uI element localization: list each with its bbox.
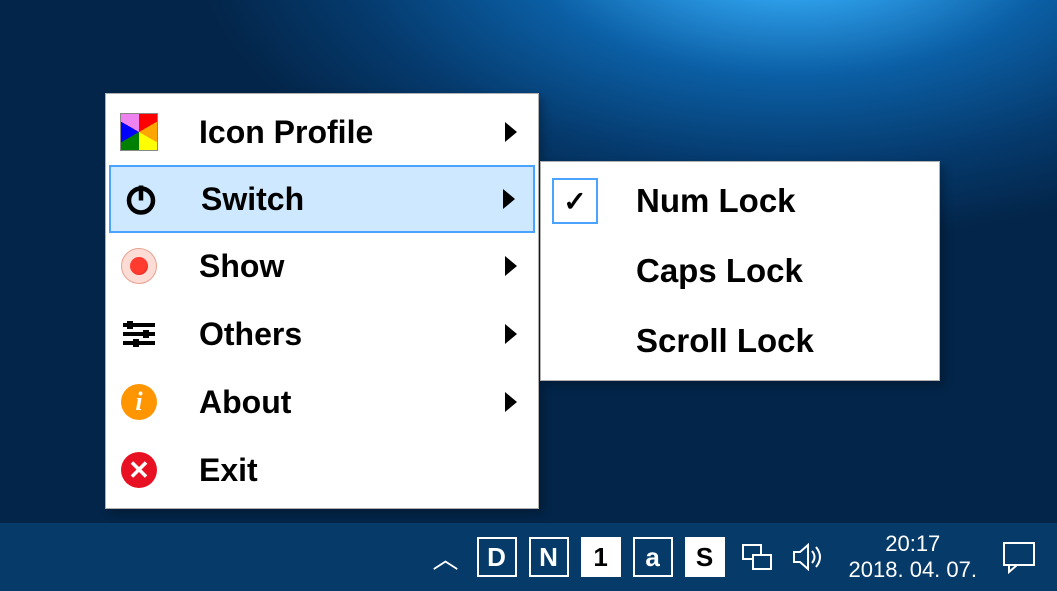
clock-time: 20:17 bbox=[849, 531, 977, 557]
tray-icon-1[interactable]: 1 bbox=[581, 537, 621, 577]
menu-label: Exit bbox=[199, 452, 527, 489]
tray-icon-d[interactable]: D bbox=[477, 537, 517, 577]
rainbow-icon bbox=[119, 112, 159, 152]
close-icon: ✕ bbox=[119, 450, 159, 490]
menu-label: Show bbox=[199, 248, 505, 285]
taskbar: ︿ D N 1 a S 20:17 2018. 04. 07. bbox=[0, 523, 1057, 591]
chevron-right-icon bbox=[503, 189, 515, 209]
submenu-item-numlock[interactable]: ✓ Num Lock bbox=[544, 166, 936, 236]
clock-date: 2018. 04. 07. bbox=[849, 557, 977, 583]
tray-icon-a[interactable]: a bbox=[633, 537, 673, 577]
menu-label: About bbox=[199, 384, 505, 421]
menu-item-others[interactable]: Others bbox=[109, 300, 535, 368]
power-icon bbox=[121, 179, 161, 219]
tray-overflow-button[interactable]: ︿ bbox=[433, 539, 459, 576]
menu-item-about[interactable]: i About bbox=[109, 368, 535, 436]
menu-item-exit[interactable]: ✕ Exit bbox=[109, 436, 535, 504]
submenu-item-capslock[interactable]: Caps Lock bbox=[544, 236, 936, 306]
menu-item-icon-profile[interactable]: Icon Profile bbox=[109, 98, 535, 166]
sliders-icon bbox=[119, 314, 159, 354]
tray-icon-s[interactable]: S bbox=[685, 537, 725, 577]
chevron-right-icon bbox=[505, 256, 517, 276]
menu-label: Switch bbox=[201, 181, 503, 218]
chevron-right-icon bbox=[505, 324, 517, 344]
checkbox-checked-icon: ✓ bbox=[552, 178, 598, 224]
submenu-label: Num Lock bbox=[636, 182, 796, 220]
menu-label: Others bbox=[199, 316, 505, 353]
tray-icon-n[interactable]: N bbox=[529, 537, 569, 577]
chevron-right-icon bbox=[505, 122, 517, 142]
menu-label: Icon Profile bbox=[199, 114, 505, 151]
eye-icon bbox=[119, 246, 159, 286]
info-icon: i bbox=[119, 382, 159, 422]
network-icon[interactable] bbox=[739, 539, 775, 575]
context-menu: Icon Profile Switch Show Others i A bbox=[105, 93, 539, 509]
menu-item-switch[interactable]: Switch bbox=[109, 165, 535, 233]
submenu-item-scrolllock[interactable]: Scroll Lock bbox=[544, 306, 936, 376]
volume-icon[interactable] bbox=[791, 539, 827, 575]
taskbar-clock[interactable]: 20:17 2018. 04. 07. bbox=[849, 531, 977, 584]
chevron-right-icon bbox=[505, 392, 517, 412]
action-center-icon[interactable] bbox=[999, 537, 1039, 577]
submenu-label: Caps Lock bbox=[636, 252, 803, 290]
submenu-label: Scroll Lock bbox=[636, 322, 814, 360]
switch-submenu: ✓ Num Lock Caps Lock Scroll Lock bbox=[540, 161, 940, 381]
menu-item-show[interactable]: Show bbox=[109, 232, 535, 300]
